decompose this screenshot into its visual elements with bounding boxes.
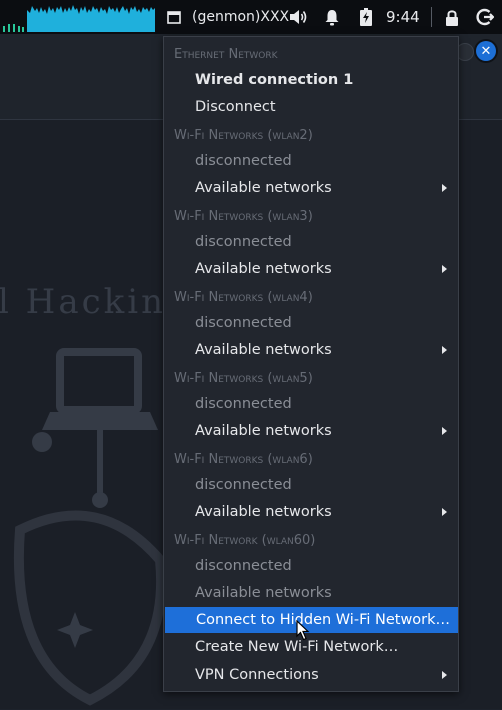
available-networks-label: Available networks <box>195 342 332 358</box>
chevron-right-icon <box>442 265 447 273</box>
genmon-label[interactable]: (genmon)XXX <box>192 0 289 34</box>
lock-icon[interactable] <box>443 0 461 34</box>
available-networks-wlan5[interactable]: Available networks <box>164 418 458 444</box>
chevron-right-icon <box>442 427 447 435</box>
available-networks-label: Available networks <box>195 180 332 196</box>
window-close-button[interactable]: ✕ <box>476 41 496 61</box>
network-menu: Ethernet Network Wired connection 1 Disc… <box>163 36 459 692</box>
disconnect-item[interactable]: Disconnect <box>164 94 458 120</box>
ethernet-header: Ethernet Network <box>174 46 278 62</box>
available-networks-wlan60: Available networks <box>195 585 332 601</box>
wifi-header-wlan3: Wi-Fi Networks (wlan3) <box>174 208 313 224</box>
vpn-connections-label: VPN Connections <box>195 667 319 683</box>
status-wlan4: disconnected <box>195 315 292 331</box>
available-networks-wlan3[interactable]: Available networks <box>164 256 458 282</box>
chevron-right-icon <box>442 346 447 354</box>
connect-hidden-wifi-item[interactable]: Connect to Hidden Wi-Fi Network… <box>165 607 458 633</box>
volume-icon[interactable] <box>287 0 309 34</box>
wired-connection-item[interactable]: Wired connection 1 <box>164 67 458 93</box>
logout-icon[interactable] <box>475 0 495 34</box>
clock[interactable]: 9:44 <box>386 0 420 34</box>
chevron-right-icon <box>442 671 447 679</box>
wifi-header-wlan4: Wi-Fi Networks (wlan4) <box>174 289 313 305</box>
available-networks-wlan4[interactable]: Available networks <box>164 337 458 363</box>
window-icon[interactable] <box>166 0 182 34</box>
available-networks-label: Available networks <box>195 504 332 520</box>
top-panel: (genmon)XXX 9:44 <box>0 0 502 34</box>
wallpaper-logo-icon <box>13 348 167 706</box>
battery-icon[interactable] <box>358 0 374 34</box>
available-networks-label: Available networks <box>195 423 332 439</box>
wifi-header-wlan5: Wi-Fi Networks (wlan5) <box>174 370 313 386</box>
cpu-graph[interactable] <box>3 4 155 32</box>
close-icon: ✕ <box>480 43 492 59</box>
available-networks-wlan6[interactable]: Available networks <box>164 499 458 525</box>
mouse-cursor-icon <box>296 620 310 641</box>
status-wlan5: disconnected <box>195 396 292 412</box>
chevron-right-icon <box>442 184 447 192</box>
vpn-connections-item[interactable]: VPN Connections <box>164 662 458 688</box>
wifi-header-wlan2: Wi-Fi Networks (wlan2) <box>174 127 313 143</box>
bell-icon[interactable] <box>322 0 342 34</box>
status-wlan3: disconnected <box>195 234 292 250</box>
chevron-right-icon <box>442 508 447 516</box>
status-wlan2: disconnected <box>195 153 292 169</box>
panel-separator <box>431 7 432 27</box>
status-wlan60: disconnected <box>195 558 292 574</box>
available-networks-wlan2[interactable]: Available networks <box>164 175 458 201</box>
status-wlan6: disconnected <box>195 477 292 493</box>
create-new-wifi-item[interactable]: Create New Wi-Fi Network… <box>164 634 458 660</box>
available-networks-label: Available networks <box>195 261 332 277</box>
wifi-header-wlan60: Wi-Fi Network (wlan60) <box>174 532 316 548</box>
wifi-header-wlan6: Wi-Fi Networks (wlan6) <box>174 451 313 467</box>
